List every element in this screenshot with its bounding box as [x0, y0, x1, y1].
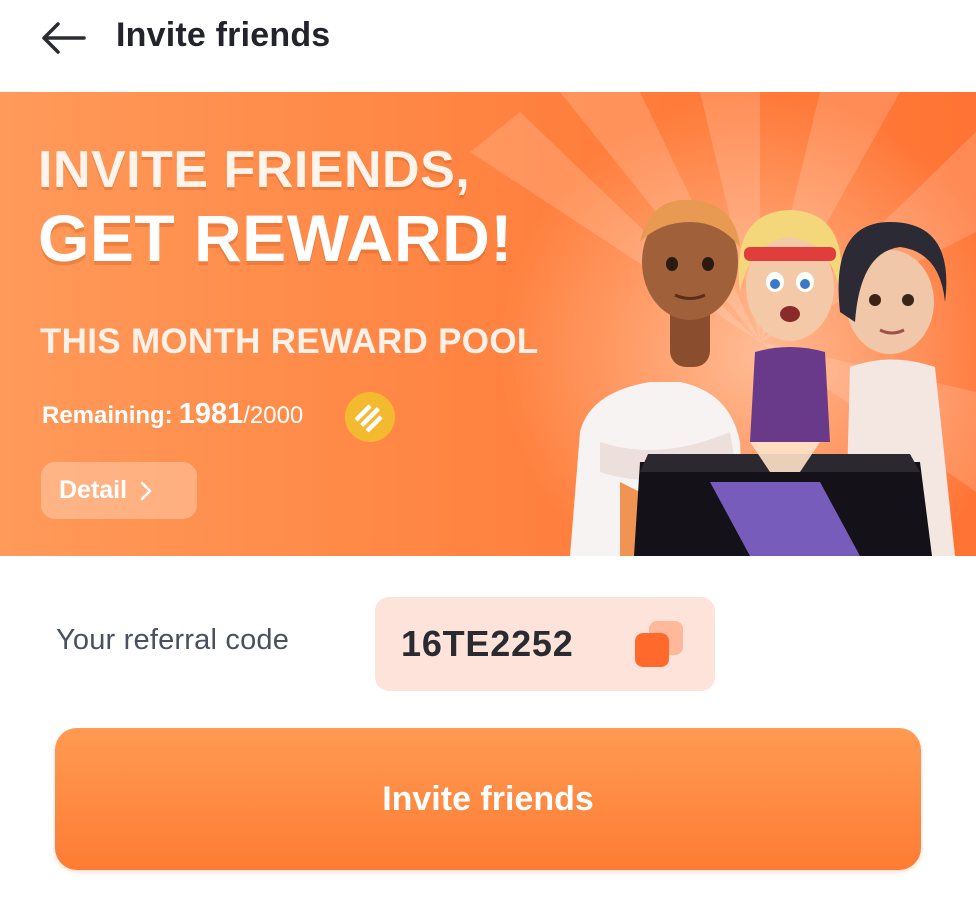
- banner-headline-line1: INVITE FRIENDS,: [38, 141, 471, 199]
- back-button[interactable]: [36, 16, 92, 60]
- remaining-current: 1981: [178, 398, 244, 430]
- remaining-total: 2000: [249, 402, 304, 429]
- reward-pool-title: THIS MONTH REWARD POOL: [40, 322, 539, 361]
- remaining-label: Remaining:: [42, 402, 173, 429]
- remaining-counter: Remaining: 1981/2000: [42, 398, 303, 431]
- top-bar: Invite friends: [0, 0, 976, 92]
- page-title: Invite friends: [116, 16, 331, 54]
- referral-code-box[interactable]: 16TE2252: [375, 597, 715, 691]
- arrow-left-icon: [42, 22, 86, 54]
- referral-code-value: 16TE2252: [401, 623, 574, 664]
- reward-banner: INVITE FRIENDS, GET REWARD! THIS MONTH R…: [0, 92, 976, 556]
- copy-icon[interactable]: [633, 619, 687, 669]
- invite-friends-button[interactable]: Invite friends: [55, 728, 921, 870]
- chevron-right-icon: [139, 480, 153, 502]
- detail-button[interactable]: Detail: [41, 462, 197, 519]
- banner-headline-line2: GET REWARD!: [38, 201, 513, 275]
- mascot-characters-illustration: [570, 199, 955, 556]
- detail-label: Detail: [59, 476, 128, 504]
- referral-code-label: Your referral code: [56, 624, 290, 656]
- remaining-separator: /: [243, 402, 250, 429]
- binance-coin-icon: [345, 392, 395, 442]
